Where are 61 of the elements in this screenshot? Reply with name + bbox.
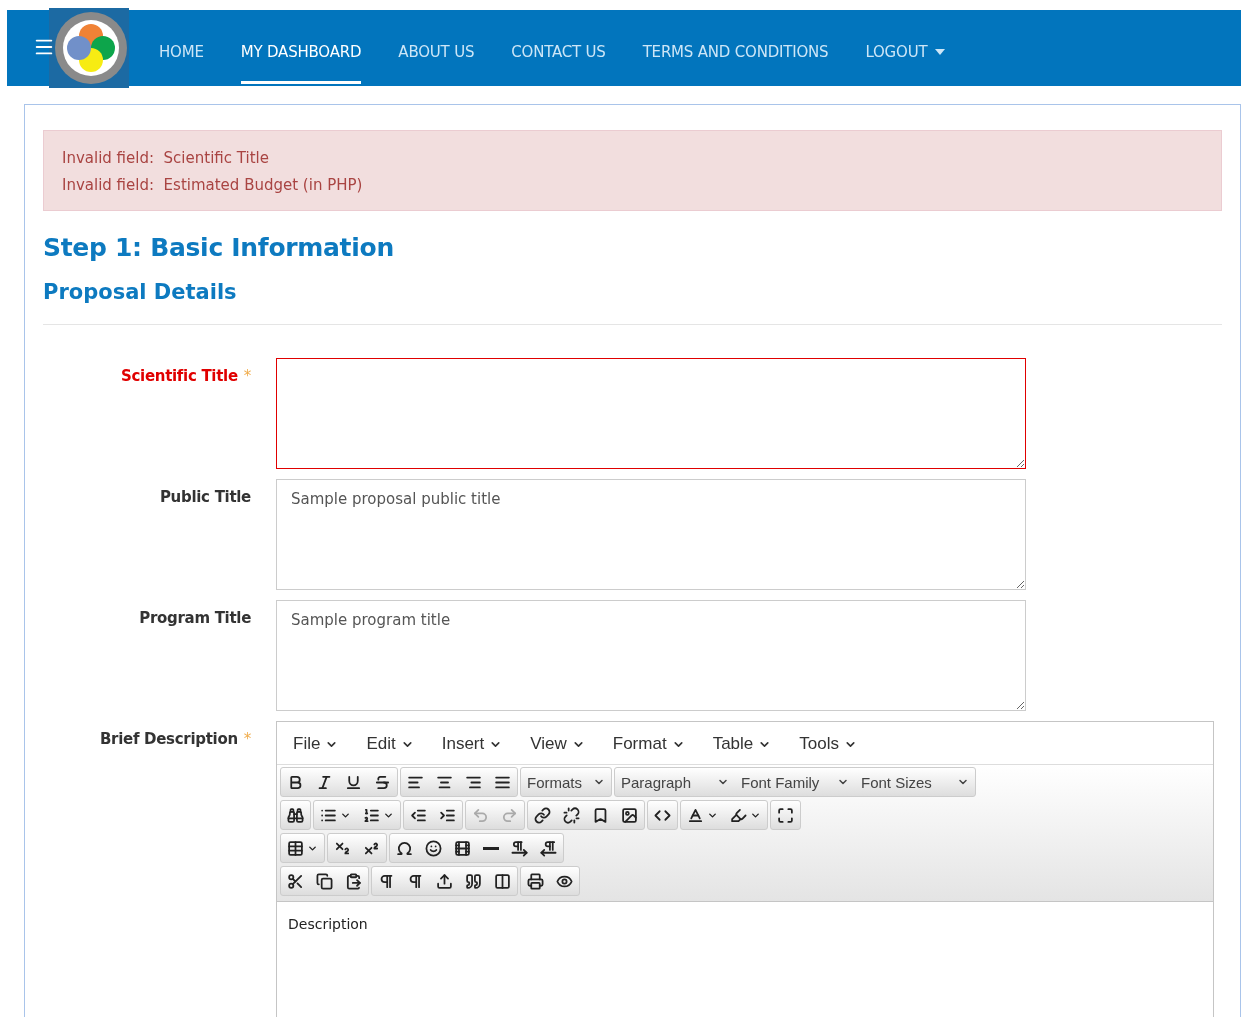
dropdown-select[interactable]: Font Sizes xyxy=(855,768,975,796)
nav-link[interactable]: TERMS AND CONDITIONS xyxy=(642,18,829,84)
error-message: Invalid field: Estimated Budget (in PHP) xyxy=(62,176,364,194)
scissors-icon xyxy=(287,872,304,890)
film-icon xyxy=(454,839,471,857)
paste-icon xyxy=(345,872,362,890)
text-area[interactable] xyxy=(276,358,1026,469)
dropdown-select[interactable]: Paragraph xyxy=(615,768,735,796)
link-icon xyxy=(534,806,551,824)
binoculars-icon xyxy=(287,806,304,824)
field-label: Public Title xyxy=(158,487,251,508)
numbered-list-icon xyxy=(363,806,380,824)
field-label: Program Title xyxy=(138,608,251,629)
field-label: Brief Description * xyxy=(99,729,251,750)
menu-item[interactable]: Tools xyxy=(791,732,865,756)
text-area[interactable]: Sample program title xyxy=(276,600,1026,711)
unlink-icon xyxy=(563,806,580,824)
step-heading: Step 1: Basic Information xyxy=(43,233,395,262)
field-label: Scientific Title * xyxy=(119,366,251,387)
nav-link[interactable]: CONTACT US xyxy=(511,18,606,84)
text-area[interactable]: Sample proposal public title xyxy=(276,479,1026,590)
editor-text: Description xyxy=(287,915,369,934)
dropdown-select[interactable]: Font Family xyxy=(735,768,855,796)
quote-icon xyxy=(465,872,482,890)
section-heading: Proposal Details xyxy=(43,280,238,304)
required-mark: * xyxy=(243,730,251,748)
columns-icon xyxy=(494,872,511,890)
nav-link[interactable]: ABOUT US xyxy=(398,18,475,84)
nav-link[interactable]: MY DASHBOARD xyxy=(240,18,362,84)
nav-link[interactable]: HOME xyxy=(159,18,204,84)
error-message: Invalid field: Scientific Title xyxy=(62,149,270,167)
smiley-icon xyxy=(425,839,442,857)
nav-link[interactable]: LOGOUT xyxy=(865,18,946,84)
upload-icon xyxy=(436,872,453,890)
undo-icon xyxy=(472,806,489,824)
pilcrow-icon xyxy=(378,872,395,890)
table-icon xyxy=(287,839,304,857)
menu-item[interactable]: Format xyxy=(604,732,693,756)
pilcrow-left-icon xyxy=(540,839,557,857)
bold-icon xyxy=(287,773,304,791)
bookmark-icon xyxy=(592,806,609,824)
printer-icon xyxy=(527,872,544,890)
image-icon xyxy=(621,806,638,824)
omega-icon xyxy=(396,839,413,857)
redo-icon xyxy=(501,806,518,824)
menu-item[interactable]: Insert xyxy=(433,732,511,756)
underline-icon xyxy=(345,773,362,791)
text-color-icon xyxy=(687,806,704,824)
pilcrow-right-icon xyxy=(511,839,528,857)
menu-item[interactable]: File xyxy=(285,732,347,756)
menu-item[interactable]: Edit xyxy=(358,732,422,756)
fullscreen-icon xyxy=(777,806,794,824)
menu-item[interactable]: Table xyxy=(704,732,780,756)
menu-item[interactable]: View xyxy=(522,732,593,756)
italic-icon xyxy=(316,773,333,791)
pilcrow-icon xyxy=(407,872,424,890)
dropdown-select[interactable]: Formats xyxy=(521,768,611,796)
highlight-icon xyxy=(730,806,747,824)
copy-icon xyxy=(316,872,333,890)
required-mark: * xyxy=(243,367,251,385)
strikethrough-icon xyxy=(374,773,391,791)
